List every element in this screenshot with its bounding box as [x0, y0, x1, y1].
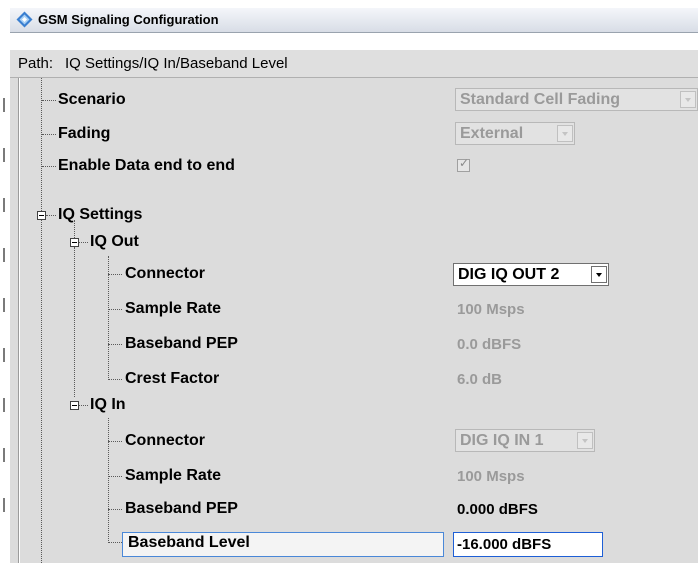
iq-out-connector-value: DIG IQ OUT 2: [458, 266, 560, 283]
enable-data-label: Enable Data end to end: [58, 157, 235, 174]
edge-tick: [3, 398, 5, 412]
iq-out-sample-rate-value: 100 Msps: [457, 301, 525, 318]
iq-in-baseband-pep-label: Baseband PEP: [125, 500, 238, 517]
iq-in-connector-value: DIG IQ IN 1: [460, 432, 544, 449]
tree-line: [41, 78, 42, 211]
iq-settings-label[interactable]: IQ Settings: [58, 206, 142, 224]
tree-line: [42, 134, 56, 135]
iq-in-baseband-level-label[interactable]: Baseband Level: [128, 534, 250, 552]
iq-out-baseband-pep-value: 0.0 dBFS: [457, 336, 522, 353]
scenario-value: Standard Cell Fading: [460, 91, 621, 108]
iq-in-sample-rate-label: Sample Rate: [125, 467, 222, 484]
baseband-level-input[interactable]: -16.000 dBFS: [453, 532, 603, 557]
edge-tick: [3, 498, 5, 512]
tree-line: [108, 542, 122, 543]
tree-line: [108, 441, 122, 442]
tree-line: [41, 220, 42, 563]
iq-in-sample-rate-value: 100 Msps: [457, 468, 525, 485]
iq-in-label[interactable]: IQ In: [90, 396, 126, 414]
tree-line: [46, 215, 56, 216]
iq-in-connector-dropdown[interactable]: DIG IQ IN 1: [455, 429, 595, 452]
window-titlebar[interactable]: GSM Signaling Configuration: [10, 8, 698, 33]
edge-tick: [3, 298, 5, 312]
fading-value: External: [460, 125, 524, 142]
edge-tick: [3, 248, 5, 262]
edge-tick: [3, 148, 5, 162]
chevron-down-icon[interactable]: [557, 125, 573, 142]
panel-border-highlight: [19, 78, 20, 563]
edge-tick: [3, 198, 5, 212]
tree-line: [42, 166, 56, 167]
rohde-schwarz-logo-icon: [16, 11, 33, 28]
edge-tick: [3, 348, 5, 362]
path-value: IQ Settings/IQ In/Baseband Level: [65, 55, 288, 72]
iq-out-label[interactable]: IQ Out: [90, 233, 139, 251]
iq-out-connector-label: Connector: [125, 265, 205, 282]
chevron-down-icon[interactable]: [591, 266, 607, 283]
scenario-dropdown[interactable]: Standard Cell Fading: [455, 88, 698, 111]
scenario-label: Scenario: [58, 91, 126, 108]
tree-line: [42, 100, 56, 101]
collapse-icon[interactable]: [37, 211, 46, 220]
tree-line: [108, 509, 122, 510]
tree-line: [79, 242, 88, 243]
iq-in-baseband-pep-value: 0.000 dBFS: [457, 501, 538, 518]
edge-tick: [3, 448, 5, 462]
edge-tick: [3, 98, 5, 112]
iq-out-crest-factor-value: 6.0 dB: [457, 371, 503, 388]
left-edge: [0, 0, 10, 563]
iq-out-baseband-pep-label: Baseband PEP: [125, 335, 238, 352]
fading-dropdown[interactable]: External: [455, 122, 575, 145]
iq-out-sample-rate-label: Sample Rate: [125, 300, 222, 317]
tree-line: [108, 309, 122, 310]
iq-out-crest-factor-label: Crest Factor: [125, 370, 220, 387]
path-bar: Path: IQ Settings/IQ In/Baseband Level: [10, 50, 698, 78]
tree-line: [108, 379, 122, 380]
path-label: Path:: [18, 55, 54, 72]
window-title: GSM Signaling Configuration: [38, 12, 219, 27]
tree-line: [108, 344, 122, 345]
baseband-level-value[interactable]: -16.000 dBFS: [457, 536, 551, 553]
collapse-icon[interactable]: [70, 238, 79, 247]
chevron-down-icon[interactable]: [577, 432, 593, 449]
config-tree-panel: Scenario Standard Cell Fading Fading Ext…: [10, 78, 698, 563]
tree-line: [108, 274, 122, 275]
iq-out-connector-dropdown[interactable]: DIG IQ OUT 2: [453, 263, 609, 286]
enable-data-checkbox[interactable]: [457, 156, 470, 172]
tree-line: [74, 247, 75, 397]
tree-line: [108, 476, 122, 477]
fading-label: Fading: [58, 125, 111, 142]
tree-line: [79, 405, 88, 406]
chevron-down-icon[interactable]: [680, 91, 696, 108]
collapse-icon[interactable]: [70, 401, 79, 410]
tree-line: [108, 418, 109, 543]
iq-in-connector-label: Connector: [125, 432, 205, 449]
